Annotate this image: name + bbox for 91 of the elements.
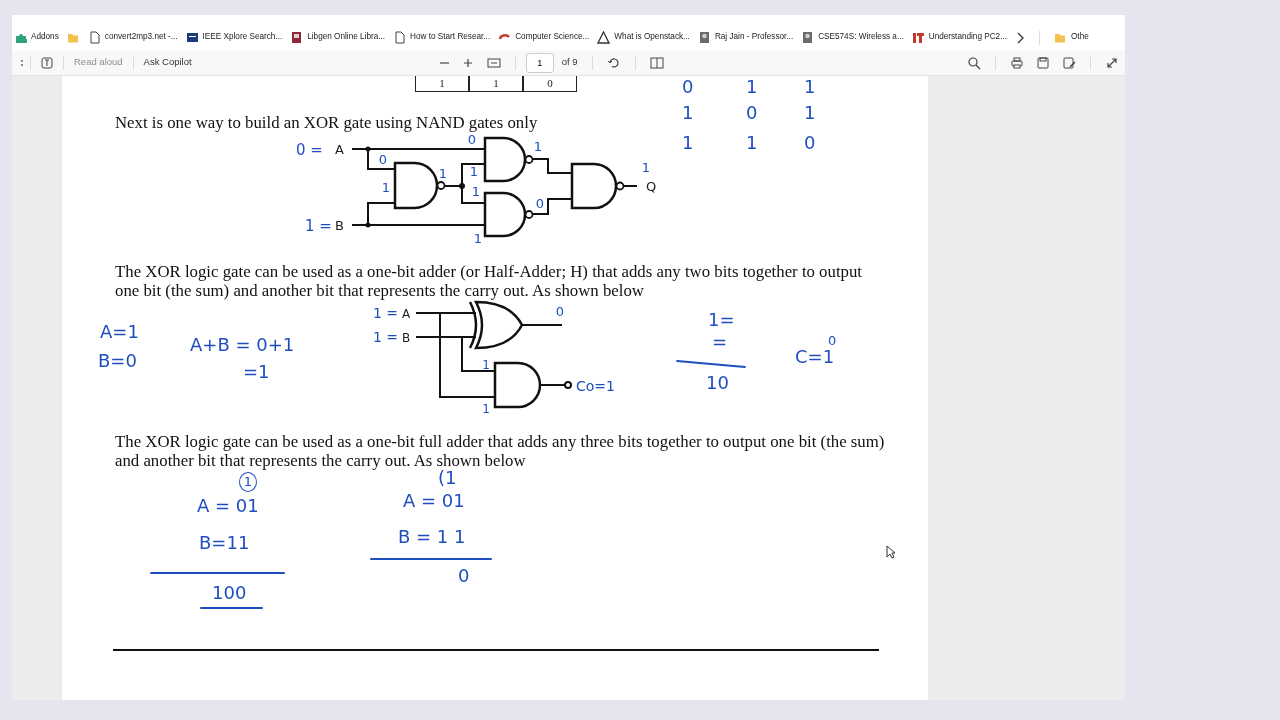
bookmark[interactable]: IEEE Xplore Search... — [185, 31, 283, 44]
input-label: B — [335, 218, 344, 233]
handwritten-digit: 1 — [533, 139, 543, 154]
handwritten-digit: 1 — [438, 166, 448, 181]
person-icon — [697, 31, 711, 44]
bookmark[interactable]: Computer Science... — [498, 31, 590, 44]
bookmark[interactable]: How to Start Resear... — [393, 31, 491, 44]
handwritten-digit: 0 — [467, 132, 477, 147]
paragraph: The XOR logic gate can be used as a one-bit adder (or Half-Adder; H) that adds any two bits together to output one bit (the sum) and another bit that represents the carry out. As shown below — [115, 262, 863, 300]
handwritten-digit: 1 — [641, 160, 651, 175]
handwritten-label: 1 = — [373, 329, 399, 345]
output-label: Q — [646, 179, 657, 194]
handwritten-note: 0 — [458, 565, 470, 587]
bookmark[interactable]: CSE574S: Wireless a... — [801, 31, 904, 44]
document-icon — [393, 31, 407, 44]
bookmark[interactable]: Understanding PC2... — [911, 31, 1007, 44]
handwritten-digit: 0 — [535, 196, 545, 211]
handwritten-digit: 0 — [804, 132, 816, 154]
document-icon — [87, 31, 101, 44]
handwritten-digit: 1 — [682, 102, 694, 124]
folder-icon — [1054, 31, 1067, 44]
handwritten-digit: 0 — [746, 102, 758, 124]
handwritten-note: B = 1 1 — [398, 526, 466, 548]
page-count: of 9 — [560, 55, 579, 70]
handwritten-line — [200, 607, 263, 609]
table-cell: 0 — [523, 76, 577, 92]
more-icon[interactable] — [20, 57, 24, 68]
handwritten-note: (1 — [438, 467, 457, 489]
person-icon — [801, 31, 815, 44]
handwritten-digit: 1 — [473, 231, 483, 246]
handwritten-note: 100 — [212, 582, 247, 604]
square-logo-icon — [185, 31, 199, 44]
handwritten-digit: 1 — [482, 402, 490, 416]
mouse-pointer-icon — [886, 545, 896, 559]
save-as-icon — [1062, 55, 1076, 70]
handwritten-digit: 1 — [381, 180, 391, 195]
page-number-field[interactable]: 1 — [525, 52, 554, 73]
handwritten-note: A+B = 0+1 — [190, 334, 295, 356]
handwritten-note: A = 01 — [197, 495, 259, 517]
handwritten-digit: 1 — [804, 76, 816, 98]
handwritten-digit: 0 — [682, 76, 694, 98]
ask-copilot-button[interactable]: Ask Copilot — [139, 55, 196, 70]
fit-width-icon — [486, 55, 501, 70]
handwritten-label: 0 = — [296, 141, 323, 159]
handwritten-digit: 1 — [746, 76, 758, 98]
print-icon — [1010, 55, 1024, 70]
handwritten-digit: 0 — [555, 304, 565, 319]
handwritten-digit: 1 — [469, 164, 479, 179]
bookmark[interactable]: What is Openstack... — [597, 31, 690, 44]
save-icon — [1036, 55, 1050, 70]
handwritten-label: 1 = — [305, 217, 332, 235]
bookmark[interactable]: Othe — [1054, 31, 1089, 44]
handwritten-label: 1 = — [373, 305, 399, 321]
handwritten-note: A = 01 — [403, 490, 465, 512]
handwritten-digit: 1 — [682, 132, 694, 154]
bookmark[interactable]: Libgen Online Libra... — [290, 31, 386, 44]
table-cell: 1 — [469, 76, 523, 92]
handwritten-note: A=1 — [100, 321, 139, 343]
bookmark[interactable]: Raj Jain - Professor... — [697, 31, 794, 44]
fullscreen-icon — [1105, 55, 1119, 70]
chevron-right-icon[interactable] — [1015, 31, 1025, 44]
letter-logo-icon — [911, 31, 925, 44]
two-page-icon — [649, 55, 664, 70]
table-cell: 1 — [415, 76, 469, 92]
warning-triangle-icon — [597, 31, 611, 44]
handwritten-note: 10 — [706, 372, 729, 394]
zoom-out-icon — [439, 61, 449, 64]
handwritten-note: B=0 — [98, 350, 137, 372]
input-label: B — [402, 331, 411, 345]
search-icon — [967, 55, 981, 70]
handwritten-digit: 1 — [804, 102, 816, 124]
paragraph: Next is one way to build an XOR gate using NAND gates only — [115, 113, 539, 132]
bookmark[interactable]: Addons — [14, 31, 59, 44]
input-label: A — [335, 142, 344, 157]
folder-icon — [66, 31, 80, 44]
handwritten-digit: 1 — [471, 184, 481, 199]
puzzle-icon — [14, 31, 27, 44]
paragraph: The XOR logic gate can be used as a one-bit full adder that adds any three bits together to output one bit (the sum) and another bit that represents the carry out. As shown below — [115, 432, 885, 470]
handwritten-note: B=11 — [199, 532, 250, 554]
sidebar-icon — [41, 56, 53, 69]
handwritten-note: = — [712, 331, 728, 353]
input-label: A — [402, 307, 411, 321]
handwritten-note: =1 — [243, 361, 270, 383]
handwritten-digit: 0 — [378, 152, 388, 167]
handwritten-label: Co=1 — [576, 378, 615, 394]
rotate-icon — [606, 55, 621, 70]
handwritten-note: 1= — [708, 309, 735, 331]
bookmark[interactable]: convert2mp3.net -... — [87, 31, 178, 44]
book-icon — [290, 31, 304, 44]
handwritten-digit: 1 — [482, 358, 490, 372]
handwritten-digit: 1 — [746, 132, 758, 154]
